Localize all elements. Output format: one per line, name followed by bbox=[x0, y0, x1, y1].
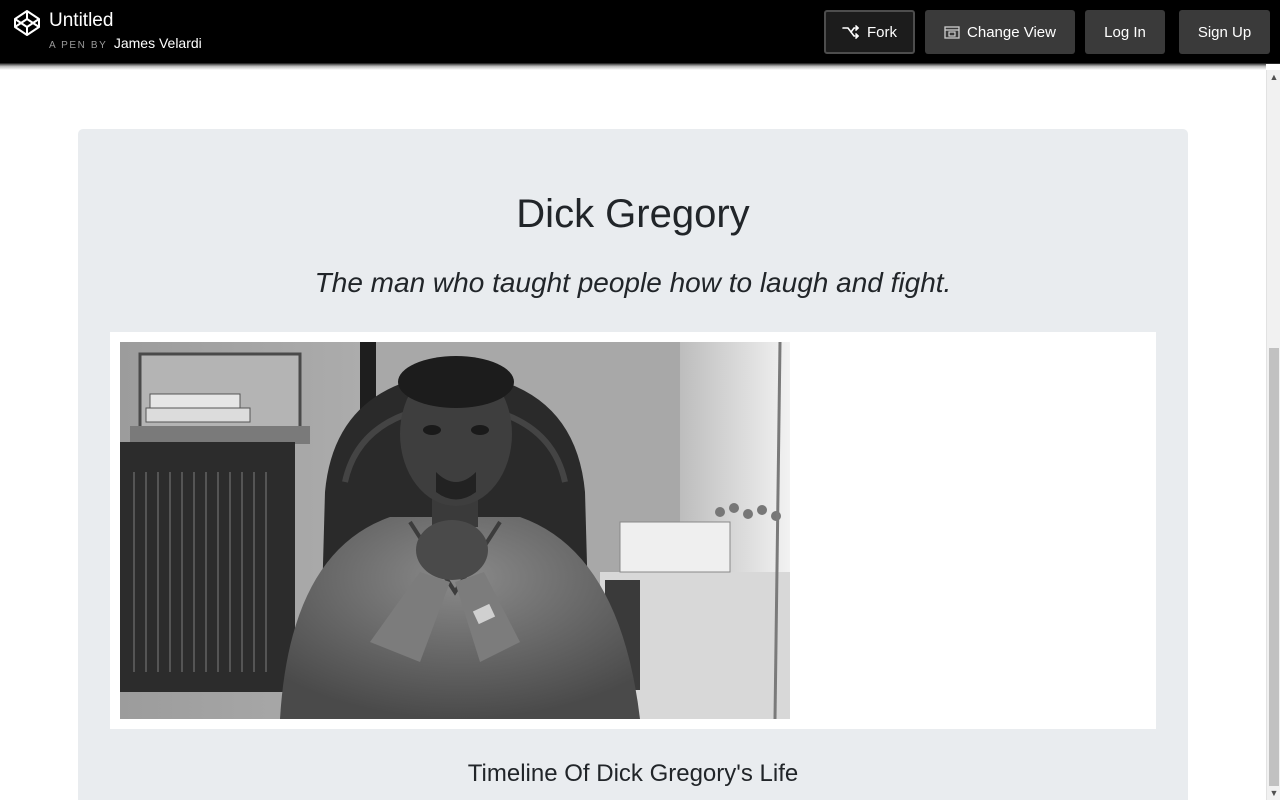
login-button-label: Log In bbox=[1104, 23, 1146, 41]
login-button[interactable]: Log In bbox=[1085, 10, 1165, 54]
change-view-icon bbox=[944, 25, 960, 39]
pen-title[interactable]: Untitled bbox=[49, 9, 113, 33]
author-link[interactable]: James Velardi bbox=[114, 35, 202, 51]
scroll-down-arrow-icon[interactable]: ▼ bbox=[1267, 786, 1280, 800]
fork-icon bbox=[842, 25, 860, 39]
change-view-button[interactable]: Change View bbox=[925, 10, 1075, 54]
portrait-photo bbox=[120, 342, 790, 719]
tribute-jumbotron: Dick Gregory The man who taught people h… bbox=[78, 129, 1188, 800]
signup-button[interactable]: Sign Up bbox=[1179, 10, 1270, 54]
signup-button-label: Sign Up bbox=[1197, 23, 1252, 41]
codepen-header: Untitled A PEN BY James Velardi Fork Cha… bbox=[0, 0, 1280, 64]
fork-button-label: Fork bbox=[867, 23, 897, 41]
page-title: Dick Gregory bbox=[516, 192, 750, 236]
pen-byline: A PEN BY James Velardi bbox=[49, 35, 202, 54]
scroll-thumb[interactable] bbox=[1269, 348, 1279, 786]
fork-button[interactable]: Fork bbox=[824, 10, 915, 54]
image-container bbox=[110, 332, 1156, 729]
vertical-scrollbar[interactable]: ▲ ▼ bbox=[1266, 70, 1280, 800]
scroll-up-arrow-icon[interactable]: ▲ bbox=[1267, 70, 1280, 84]
pen-preview: Dick Gregory The man who taught people h… bbox=[0, 70, 1266, 800]
timeline-heading: Timeline Of Dick Gregory's Life bbox=[467, 760, 799, 787]
page-subtitle: The man who taught people how to laugh a… bbox=[314, 267, 952, 298]
change-view-button-label: Change View bbox=[967, 23, 1056, 41]
codepen-logo-icon[interactable] bbox=[12, 8, 42, 38]
byline-label: A PEN BY bbox=[49, 40, 108, 51]
